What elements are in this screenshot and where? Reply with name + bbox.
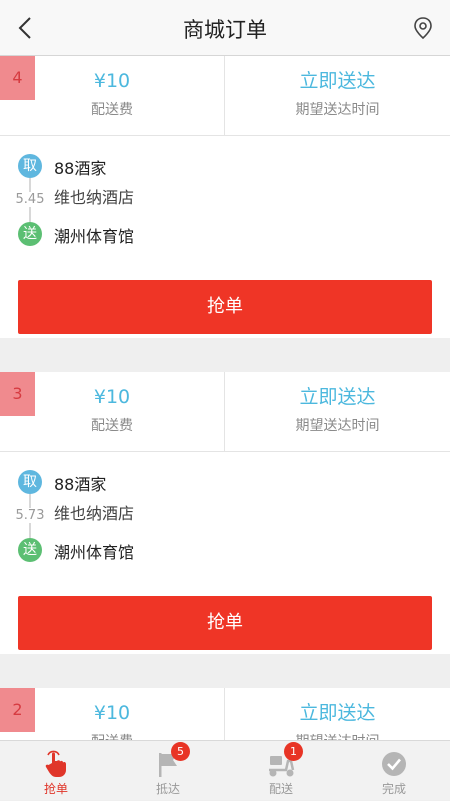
delivery-fee-label: 配送费 [0, 731, 224, 740]
expected-time-label: 期望送达时间 [295, 418, 380, 434]
distance: 5.45 [12, 192, 48, 207]
dropoff-name: 潮州体育馆 [54, 543, 135, 562]
expected-time-label: 期望送达时间 [225, 731, 450, 740]
tab-deliver[interactable]: 1 配送 [225, 741, 337, 801]
route: 5.73 取 送 88酒家 维也纳酒店 潮州体育馆 [0, 452, 450, 596]
order-list[interactable]: ¥10 配送费 立即送达 期望送达时间 4 5.45 取 送 88酒家 维也纳酒… [0, 56, 450, 740]
header: 商城订单 [0, 0, 450, 56]
dropoff-badge: 送 [18, 222, 42, 246]
pickup-name: 88酒家 [54, 475, 107, 494]
arrive-count-badge: 5 [171, 742, 190, 761]
pickup-sub: 维也纳酒店 [54, 188, 135, 207]
time-cell: 立即送达 期望送达时间 [225, 56, 450, 135]
pickup-sub: 维也纳酒店 [54, 504, 135, 523]
order-card: ¥10 配送费 立即送达 期望送达时间 3 5.73 取 送 88酒家 维也纳酒… [0, 372, 450, 654]
dropoff-name: 潮州体育馆 [54, 227, 135, 246]
expected-time: 立即送达 [299, 70, 376, 92]
tab-label: 完成 [381, 782, 406, 796]
pickup-badge: 取 [18, 470, 42, 494]
order-index-badge: 3 [0, 372, 35, 416]
grab-order-button[interactable]: 抢单 [18, 596, 432, 650]
tab-label: 配送 [268, 782, 293, 796]
tab-grab[interactable]: 抢单 [0, 741, 112, 801]
delivery-fee-label: 配送费 [91, 102, 133, 118]
deliver-count-badge: 1 [284, 742, 303, 761]
pickup-badge: 取 [18, 154, 42, 178]
check-circle-icon [382, 752, 406, 776]
order-index-badge: 2 [0, 688, 35, 732]
distance: 5.73 [12, 508, 48, 523]
hand-tap-icon [45, 750, 66, 777]
location-pin-icon[interactable] [412, 16, 434, 40]
dropoff-badge: 送 [18, 538, 42, 562]
order-card: ¥10 配送费 立即送达 期望送达时间 2 [0, 688, 450, 740]
time-cell: 立即送达 期望送达时间 [225, 688, 450, 740]
expected-time-label: 期望送达时间 [295, 102, 380, 118]
order-card: ¥10 配送费 立即送达 期望送达时间 4 5.45 取 送 88酒家 维也纳酒… [0, 56, 450, 338]
page-title: 商城订单 [183, 18, 267, 42]
tab-bar: 抢单 5 抵达 1 配送 完成 [0, 740, 450, 800]
delivery-fee-label: 配送费 [91, 418, 133, 434]
tab-label: 抢单 [43, 782, 68, 796]
grab-order-button[interactable]: 抢单 [18, 280, 432, 334]
time-cell: 立即送达 期望送达时间 [225, 372, 450, 451]
pickup-name: 88酒家 [54, 159, 107, 178]
tab-arrive[interactable]: 5 抵达 [112, 741, 224, 801]
tab-complete[interactable]: 完成 [338, 741, 450, 801]
route: 5.45 取 送 88酒家 维也纳酒店 潮州体育馆 [0, 136, 450, 280]
tab-label: 抵达 [155, 782, 180, 796]
order-index-badge: 4 [0, 56, 35, 100]
expected-time: 立即送达 [299, 386, 376, 408]
expected-time: 立即送达 [299, 702, 376, 724]
